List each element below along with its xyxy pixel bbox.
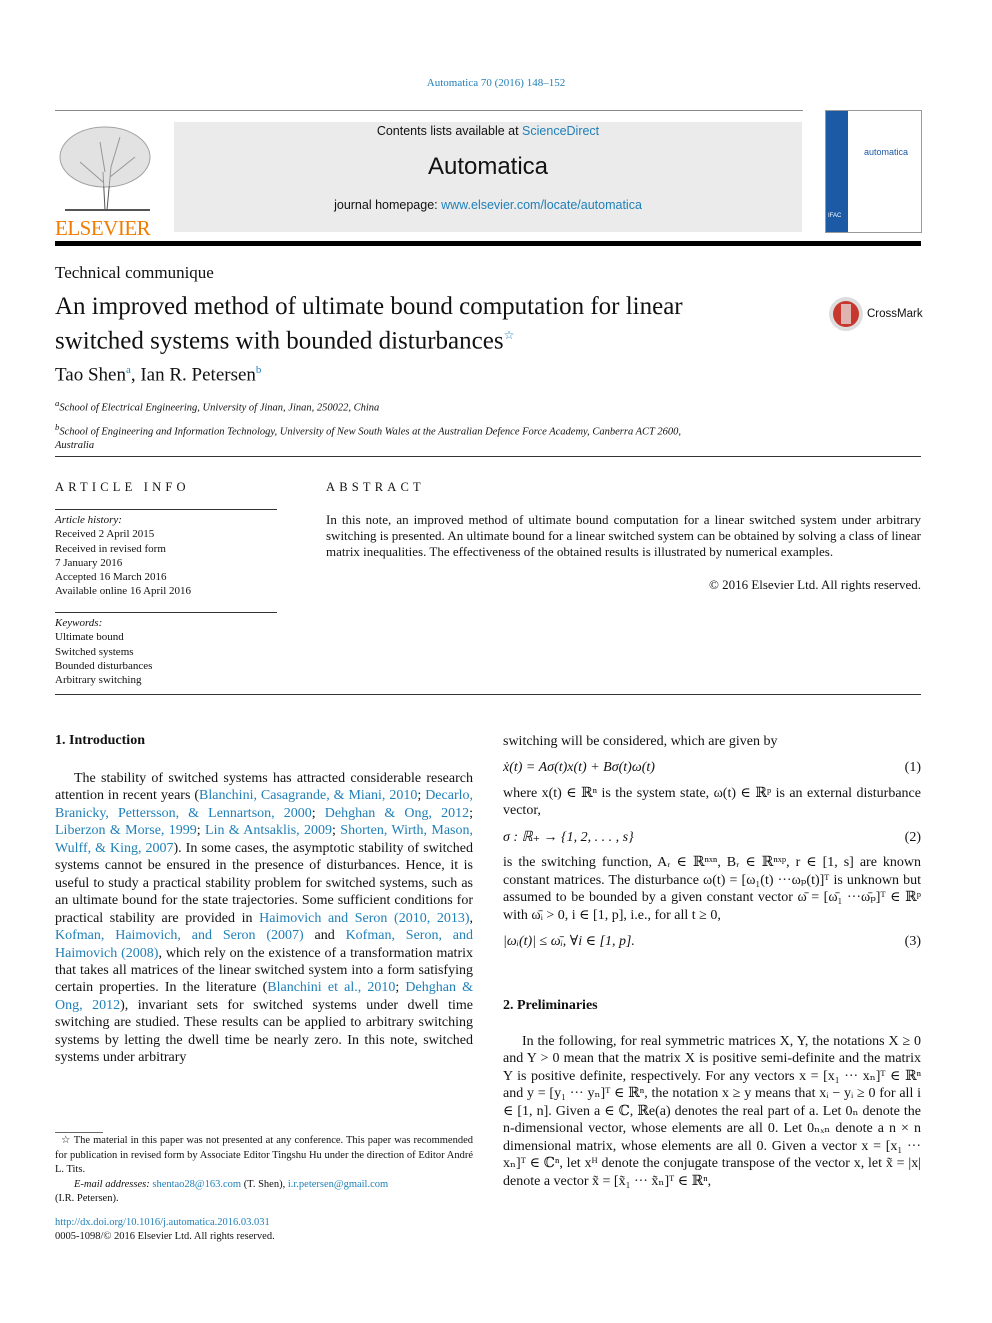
article-info-heading: ARTICLE INFO	[55, 480, 190, 494]
email-owner: (T. Shen),	[241, 1178, 288, 1190]
equation-number: (1)	[904, 760, 921, 776]
text-segment: and	[303, 928, 346, 944]
equation-1: ẋ(t) = Aσ(t)x(t) + Bσ(t)ω(t) (1)	[503, 759, 921, 776]
text-segment: ;	[196, 823, 206, 839]
equation: σ : ℝ₊ → {1, 2, . . . , s}	[503, 829, 634, 845]
keywords-label: Keywords:	[55, 617, 103, 629]
citation-link[interactable]: Haimovich and Seron (2010, 2013)	[259, 911, 469, 926]
divider	[55, 110, 803, 111]
equation-number: (2)	[904, 829, 921, 845]
affiliation: School of Engineering and Information Te…	[59, 426, 681, 437]
text-segment: ;	[469, 805, 473, 821]
affiliation: School of Electrical Engineering, Univer…	[59, 402, 380, 414]
title-line: switched systems with bounded disturbanc…	[55, 327, 504, 355]
footnote-text: The material in this paper was not prese…	[55, 1135, 473, 1175]
journal-title: Automatica	[427, 153, 549, 180]
header-bar	[55, 241, 921, 246]
journal-cover[interactable]: automatica IFAC	[825, 110, 922, 233]
citation-link[interactable]: Blanchini et al., 2010	[267, 980, 395, 995]
crossmark-icon	[829, 297, 863, 331]
text-segment: ,	[469, 910, 474, 926]
doi-link[interactable]: http://dx.doi.org/10.1016/j.automatica.2…	[55, 1216, 473, 1231]
keyword-item: Bounded disturbances	[55, 659, 153, 672]
homepage-link[interactable]: www.elsevier.com/locate/automatica	[441, 198, 642, 212]
title-footnote-star[interactable]: ☆	[504, 328, 515, 342]
crossmark-label: CrossMark	[867, 308, 923, 320]
journal-citation[interactable]: Automatica 70 (2016) 148–152	[0, 77, 992, 89]
publisher-name: ELSEVIER	[55, 216, 151, 240]
text-segment: ;	[395, 980, 406, 996]
abstract-heading: ABSTRACT	[326, 480, 425, 494]
equation-2: σ : ℝ₊ → {1, 2, . . . , s} (2)	[503, 829, 921, 846]
author-list: Tao Shena, Ian R. Petersenb	[55, 364, 262, 386]
paragraph: is the switching function, Aᵣ ∈ ℝⁿˣⁿ, Bᵣ…	[503, 855, 921, 923]
divider	[55, 509, 277, 510]
history-label: Article history:	[55, 514, 122, 526]
paragraph: switching will be considered, which are …	[503, 734, 778, 749]
footnote-star: ☆	[61, 1135, 71, 1146]
equation-number: (3)	[904, 934, 921, 950]
author-name: Ian R. Petersen	[140, 364, 256, 386]
journal-banner: Contents lists available at ScienceDirec…	[174, 122, 802, 232]
history-item: 7 January 2016	[55, 556, 123, 569]
footnote: ☆ The material in this paper was not pre…	[55, 1134, 473, 1245]
article-title: An improved method of ultimate bound com…	[55, 292, 683, 355]
citation-link[interactable]: Dehghan & Ong, 2012	[325, 806, 469, 821]
affiliations: aSchool of Electrical Engineering, Unive…	[55, 396, 681, 453]
footnote-rule	[55, 1132, 103, 1133]
text-segment: ;	[311, 805, 325, 821]
ifac-badge: IFAC	[828, 213, 842, 219]
tree-icon	[59, 126, 151, 211]
title-line: An improved method of ultimate bound com…	[55, 293, 683, 320]
citation-link[interactable]: Lin & Antsaklis, 2009	[205, 823, 332, 838]
equation: |ωᵢ(t)| ≤ ω̄ᵢ, ∀i ∈ [1, p].	[503, 934, 635, 950]
email-label: E-mail addresses:	[74, 1178, 153, 1190]
equation: ẋ(t) = Aσ(t)x(t) + Bσ(t)ω(t)	[503, 760, 655, 776]
email-link[interactable]: shentao28@163.com	[152, 1179, 241, 1190]
keyword-item: Ultimate bound	[55, 631, 124, 644]
history-item: Accepted 16 March 2016	[55, 571, 167, 584]
sciencedirect-link[interactable]: ScienceDirect	[522, 124, 599, 138]
crossmark-badge[interactable]: CrossMark	[828, 296, 923, 332]
history-item: Received in revised form	[55, 542, 166, 555]
divider	[55, 456, 921, 457]
keyword-item: Switched systems	[55, 645, 134, 658]
section-heading-introduction: 1. Introduction	[55, 733, 145, 748]
preliminaries-paragraph: In the following, for real symmetric mat…	[503, 1034, 921, 1189]
author-name: Tao Shen	[55, 364, 126, 386]
email-owner: (I.R. Petersen).	[55, 1193, 119, 1204]
contents-label: Contents lists available at	[376, 124, 523, 138]
text-segment: ;	[417, 788, 426, 804]
homepage-label: journal homepage:	[334, 198, 442, 212]
paragraph: where x(t) ∈ ℝⁿ is the system state, ω(t…	[503, 785, 921, 819]
section-heading-preliminaries: 2. Preliminaries	[503, 998, 598, 1013]
issn-copyright: 0005-1098/© 2016 Elsevier Ltd. All right…	[55, 1231, 275, 1242]
article-history: Article history: Received 2 April 2015 Re…	[55, 513, 191, 599]
citation-link[interactable]: Liberzon & Morse, 1999	[55, 823, 197, 838]
divider	[55, 612, 277, 613]
keyword-item: Arbitrary switching	[55, 674, 142, 687]
copyright: © 2016 Elsevier Ltd. All rights reserved…	[708, 577, 921, 592]
email-link[interactable]: i.r.petersen@gmail.com	[288, 1179, 388, 1190]
paper-page: Automatica 70 (2016) 148–152 ELSEVIER Co…	[0, 0, 992, 1323]
affiliation-ref[interactable]: b	[256, 364, 262, 376]
history-item: Available online 16 April 2016	[55, 585, 192, 598]
cover-title: automatica	[864, 147, 909, 157]
citation-link[interactable]: Blanchini, Casagrande, & Miani, 2010	[199, 788, 417, 803]
affiliation: Australia	[55, 440, 95, 451]
affiliation-ref[interactable]: a	[126, 364, 131, 376]
keywords: Keywords: Ultimate bound Switched systems…	[55, 616, 152, 687]
equation-3: |ωᵢ(t)| ≤ ω̄ᵢ, ∀i ∈ [1, p]. (3)	[503, 933, 921, 950]
right-column: switching will be considered, which are …	[503, 733, 921, 951]
citation-link[interactable]: Kofman, Haimovich, and Seron (2007)	[55, 928, 304, 943]
divider	[55, 694, 921, 695]
history-item: Received 2 April 2015	[55, 528, 155, 541]
elsevier-logo[interactable]: ELSEVIER	[55, 122, 155, 239]
article-type: Technical communique	[55, 263, 214, 282]
abstract-text: In this note, an improved method of ulti…	[326, 512, 921, 559]
intro-paragraph: The stability of switched systems has at…	[55, 770, 473, 1067]
